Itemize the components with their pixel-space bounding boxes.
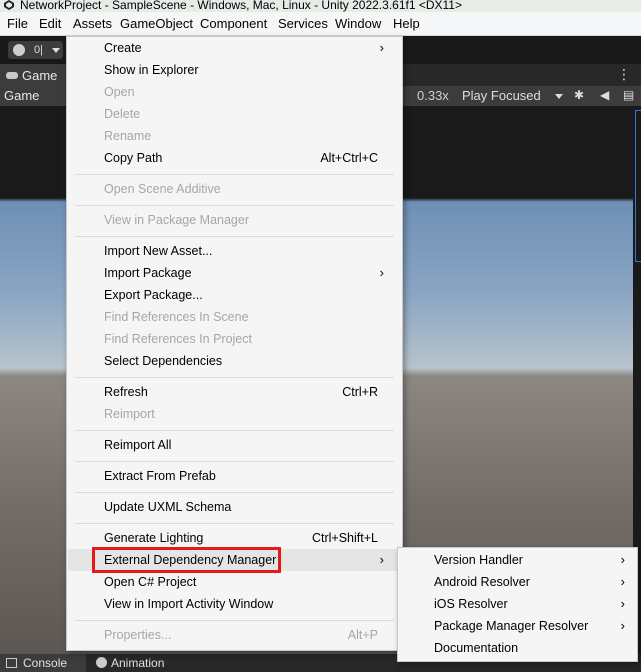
window-title: NetworkProject - SampleScene - Windows, … (20, 0, 462, 12)
menu-assets[interactable]: Assets (73, 16, 112, 31)
submenu-item-version-handler[interactable]: Version Handler › (434, 550, 625, 570)
animation-icon (96, 657, 107, 668)
menu-item-update-uxml-schema[interactable]: Update UXML Schema (104, 497, 378, 517)
menu-separator (75, 205, 394, 206)
menu-item-properties: Properties... Alt+P (104, 625, 378, 645)
play-mode-dropdown[interactable]: Play Focused (459, 86, 570, 105)
title-bar: NetworkProject - SampleScene - Windows, … (0, 0, 641, 12)
menu-item-copy-path[interactable]: Copy Path Alt+Ctrl+C (104, 148, 378, 168)
chevron-right-icon: › (620, 618, 625, 633)
game-mode-dropdown[interactable]: Game (4, 88, 39, 103)
menu-bar: File Edit Assets GameObject Component Se… (0, 12, 641, 36)
menu-separator (75, 174, 394, 175)
account-label: 0| (34, 44, 43, 56)
menu-separator (75, 523, 394, 524)
chevron-down-icon (52, 48, 60, 53)
menu-item-view-in-import-activity-window[interactable]: View in Import Activity Window (104, 594, 378, 614)
submenu-item-ios-resolver[interactable]: iOS Resolver › (434, 594, 625, 614)
zoom-value: 0.33x (417, 88, 449, 103)
menu-item-rename: Rename (104, 129, 152, 143)
chevron-right-icon: › (379, 265, 384, 280)
account-dropdown[interactable]: 0| (8, 41, 63, 59)
menu-item-generate-lighting[interactable]: Generate Lighting Ctrl+Shift+L (104, 528, 378, 548)
shortcut-label: Ctrl+Shift+L (311, 531, 378, 545)
chevron-right-icon: › (620, 574, 625, 589)
gamepad-icon (6, 72, 18, 79)
menu-item-import-new-asset[interactable]: Import New Asset... (104, 241, 378, 261)
play-mode-label: Play Focused (462, 88, 541, 103)
submenu-item-documentation[interactable]: Documentation (434, 638, 625, 658)
menu-file[interactable]: File (7, 16, 28, 31)
menu-item-reimport-all[interactable]: Reimport All (104, 435, 378, 455)
console-icon (6, 658, 17, 668)
tab-console[interactable]: Console (0, 654, 86, 672)
menu-window[interactable]: Window (335, 16, 381, 31)
external-dependency-manager-submenu: Version Handler › Android Resolver › iOS R… (397, 547, 638, 662)
unity-logo-icon (4, 0, 14, 10)
menu-item-create[interactable]: Create › (104, 38, 384, 58)
menu-item-find-references-in-scene: Find References In Scene (104, 310, 249, 324)
stats-icon[interactable]: ▤ (623, 88, 634, 102)
menu-services[interactable]: Services (278, 16, 328, 31)
tab-animation-label: Animation (111, 656, 165, 670)
chevron-down-icon (555, 94, 563, 99)
menu-item-open: Open (104, 85, 135, 99)
tab-game-label: Game (22, 68, 58, 83)
menu-item-show-in-explorer[interactable]: Show in Explorer (104, 60, 378, 80)
menu-item-delete: Delete (104, 107, 141, 121)
menu-item-export-package[interactable]: Export Package... (104, 285, 378, 305)
more-options-icon[interactable]: ⋮ (617, 66, 631, 83)
tab-animation[interactable]: Animation (90, 654, 180, 672)
menu-edit[interactable]: Edit (39, 16, 61, 31)
menu-separator (75, 430, 394, 431)
menu-item-find-references-in-project: Find References In Project (104, 332, 252, 346)
menu-item-extract-from-prefab[interactable]: Extract From Prefab (104, 466, 378, 486)
shortcut-label: Alt+P (347, 628, 378, 642)
chevron-right-icon: › (620, 596, 625, 611)
tab-console-label: Console (23, 656, 68, 670)
menu-item-view-in-package-manager: View in Package Manager (104, 213, 249, 227)
menu-item-reimport: Reimport (104, 407, 155, 421)
menu-item-open-scene-additive: Open Scene Additive (104, 182, 221, 196)
shortcut-label: Alt+Ctrl+C (320, 151, 378, 165)
menu-separator (75, 492, 394, 493)
chevron-right-icon: › (379, 40, 384, 55)
chevron-right-icon: › (620, 552, 625, 567)
menu-item-open-csharp-project[interactable]: Open C# Project (104, 572, 378, 592)
menu-item-import-package[interactable]: Import Package › (104, 263, 384, 283)
assets-menu: Create › Show in Explorer Open Delete Ren… (66, 36, 403, 651)
menu-component[interactable]: Component (200, 16, 267, 31)
tab-game[interactable]: Game (0, 64, 66, 86)
menu-separator (75, 236, 394, 237)
submenu-item-android-resolver[interactable]: Android Resolver › (434, 572, 625, 592)
menu-separator (75, 620, 394, 621)
bug-icon[interactable]: ✱ (574, 88, 584, 102)
submenu-item-package-manager-resolver[interactable]: Package Manager Resolver › (434, 616, 625, 636)
menu-item-refresh[interactable]: Refresh Ctrl+R (104, 382, 378, 402)
account-avatar-icon (13, 44, 25, 56)
chevron-right-icon: › (379, 552, 384, 567)
menu-item-select-dependencies[interactable]: Select Dependencies (104, 351, 378, 371)
menu-help[interactable]: Help (393, 16, 420, 31)
menu-separator (75, 377, 394, 378)
menu-gameobject[interactable]: GameObject (120, 16, 193, 31)
highlight-annotation (92, 547, 281, 573)
shortcut-label: Ctrl+R (342, 385, 378, 399)
speaker-icon[interactable]: ◀ (600, 88, 609, 102)
menu-separator (75, 461, 394, 462)
